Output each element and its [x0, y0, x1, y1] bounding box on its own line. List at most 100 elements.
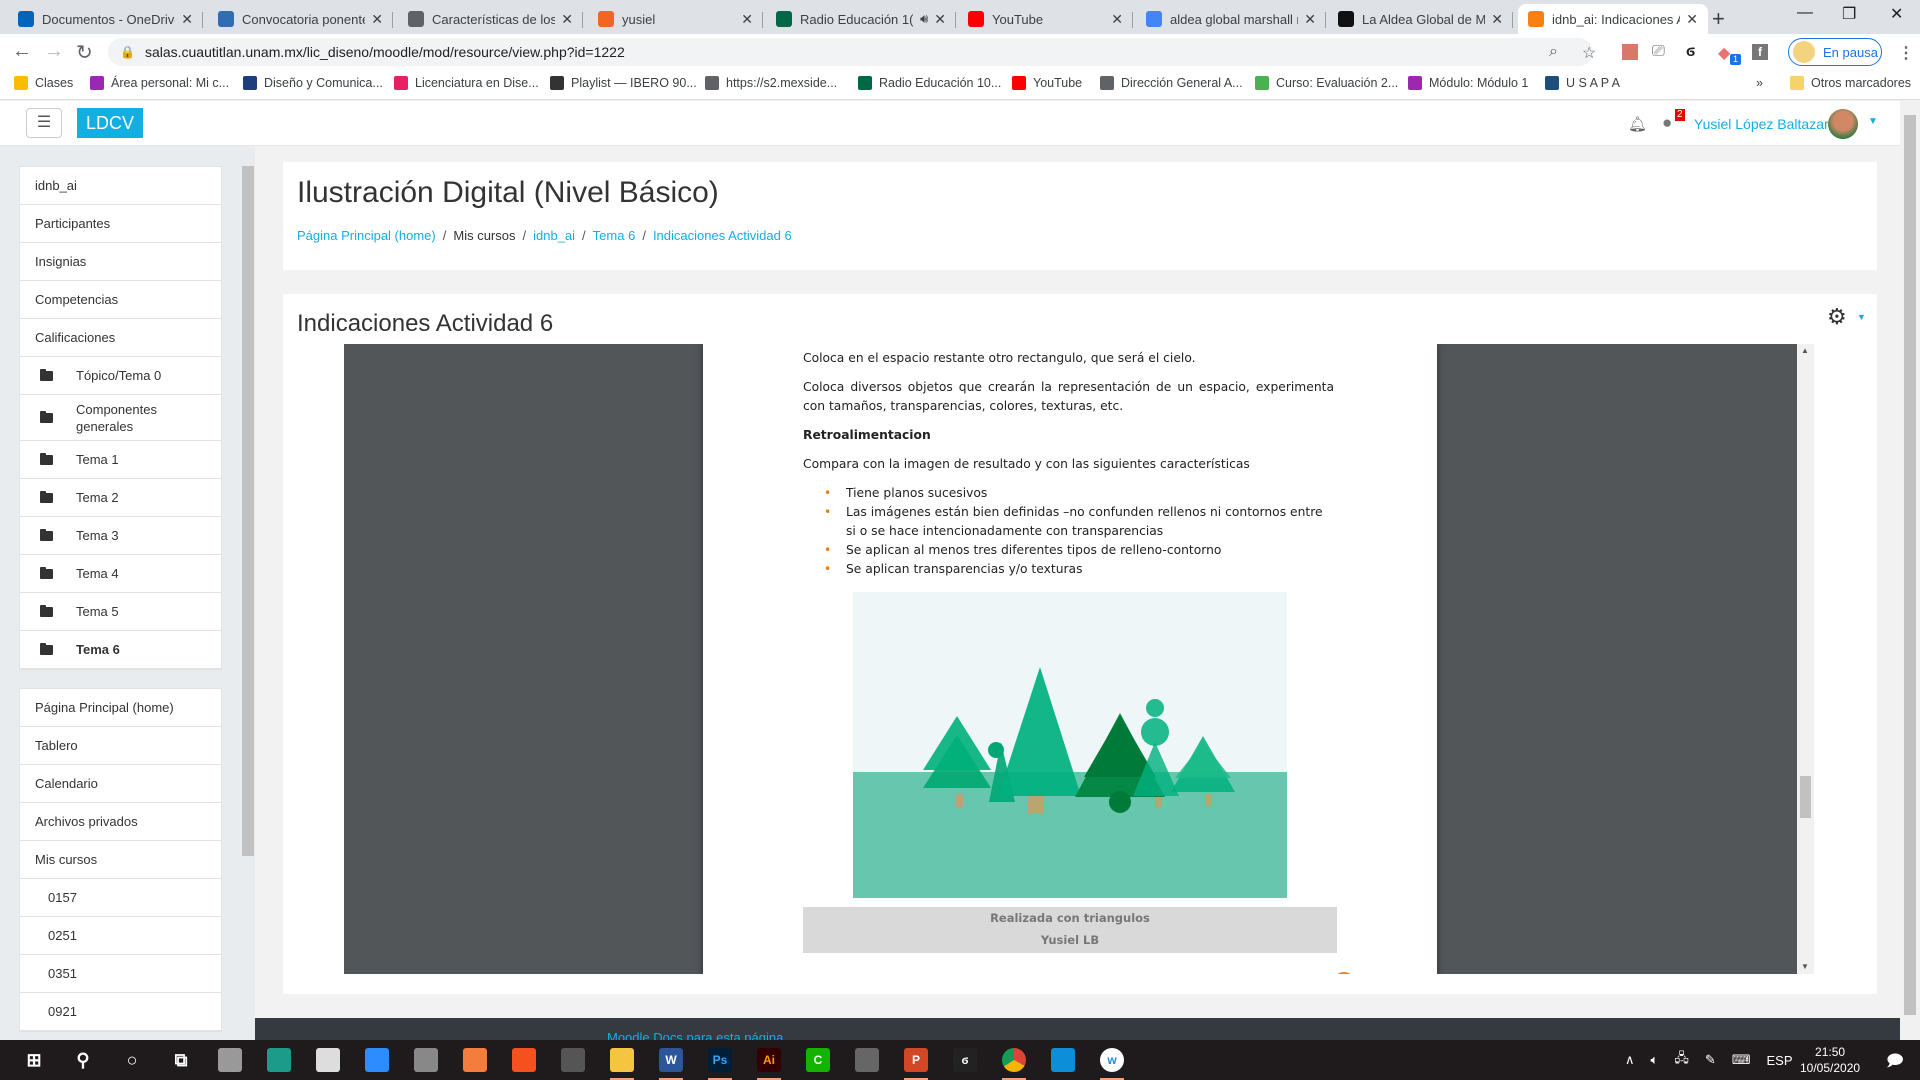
browser-tab[interactable]: aldea global marshall n ✕	[1136, 4, 1326, 34]
flame-extension-icon[interactable]: ϭ	[1686, 43, 1695, 61]
sidebar-item[interactable]: Página Principal (home)	[20, 689, 221, 727]
bookmark-item[interactable]: https://s2.mexside...	[705, 76, 837, 90]
settings-gear-icon[interactable]: ⚙	[1827, 304, 1847, 330]
browser-tab[interactable]: YouTube ✕	[958, 4, 1133, 34]
drawer-scrollbar[interactable]	[242, 154, 254, 1034]
sidebar-item[interactable]: Tablero	[20, 727, 221, 765]
sidebar-item[interactable]: Archivos privados	[20, 803, 221, 841]
sidebar-item[interactable]: Tema 6	[20, 631, 221, 669]
sidebar-item[interactable]: Calendario	[20, 765, 221, 803]
tab-close-icon[interactable]: ✕	[1304, 11, 1316, 28]
windows-start-icon[interactable]: ⊞	[22, 1048, 46, 1072]
sidebar-item[interactable]: Componentes generales	[20, 395, 221, 441]
clock[interactable]: 21:50 10/05/2020	[1800, 1044, 1860, 1076]
breadcrumb-item[interactable]: Página Principal (home)	[297, 228, 436, 243]
browser-tab[interactable]: Características de los tr ✕	[398, 4, 583, 34]
breadcrumb-item[interactable]: Tema 6	[593, 228, 636, 243]
reload-button[interactable]: ↻	[76, 40, 93, 65]
photoshop-icon[interactable]: Ps	[708, 1048, 732, 1080]
tab-close-icon[interactable]: ✕	[1686, 11, 1698, 28]
browser-tab[interactable]: Radio Educación 1(🔊︎ ✕	[766, 4, 956, 34]
sidebar-item[interactable]: Participantes	[20, 205, 221, 243]
camtasia-icon[interactable]: C	[806, 1048, 830, 1072]
obs-icon[interactable]	[561, 1048, 585, 1072]
pdf-scrollbar[interactable]: ▲ ▼	[1797, 344, 1814, 974]
sidebar-item[interactable]: Tema 1	[20, 441, 221, 479]
sidebar-item[interactable]: 0351	[20, 955, 221, 993]
network-icon[interactable]: 🖧	[1674, 1049, 1689, 1071]
bookmark-item[interactable]: Diseño y Comunica...	[243, 76, 383, 90]
scroll-up-arrow-icon[interactable]: ▲	[1801, 346, 1809, 355]
more-bookmarks-button[interactable]: »	[1756, 76, 1763, 90]
app-flame-icon[interactable]: ϭ	[953, 1048, 977, 1072]
zoom-icon[interactable]: ⌕	[1549, 43, 1558, 61]
facebook-extension-icon[interactable]: f	[1752, 44, 1768, 60]
recorder-icon[interactable]	[463, 1048, 487, 1072]
tab-close-icon[interactable]: ✕	[1491, 11, 1503, 28]
site-brand-link[interactable]: LDCV	[77, 108, 143, 138]
tab-close-icon[interactable]: ✕	[371, 11, 383, 28]
new-tab-button[interactable]: +	[1712, 6, 1725, 32]
sidebar-item[interactable]: 0157	[20, 879, 221, 917]
action-center-icon[interactable]: 🗩	[1886, 1050, 1904, 1077]
app-clock-icon[interactable]	[855, 1048, 879, 1072]
microphone-icon[interactable]	[316, 1048, 340, 1072]
app-green-icon[interactable]	[267, 1048, 291, 1072]
bookmark-item[interactable]: Radio Educación 10...	[858, 76, 1001, 90]
pdf-scrollbar-thumb[interactable]	[1800, 776, 1811, 818]
breadcrumb-item[interactable]: Indicaciones Actividad 6	[653, 228, 792, 243]
pdf-viewer[interactable]: Coloca en el espacio restante otro recta…	[344, 344, 1814, 974]
tab-active[interactable]: idnb_ai: Indicaciones A ✕	[1518, 4, 1708, 34]
user-menu-caret-icon[interactable]: ▼	[1868, 116, 1878, 127]
sidebar-item[interactable]: 0251	[20, 917, 221, 955]
powerpoint-pdf-icon[interactable]: P	[904, 1048, 928, 1080]
sidebar-item[interactable]: Tópico/Tema 0	[20, 357, 221, 395]
breadcrumb-item[interactable]: idnb_ai	[533, 228, 575, 243]
tab-close-icon[interactable]: ✕	[561, 11, 573, 28]
bookmark-item[interactable]: YouTube	[1012, 76, 1082, 90]
app-orange-icon[interactable]	[512, 1048, 536, 1072]
cast-extension-icon[interactable]: ⎚	[1652, 43, 1665, 61]
back-button[interactable]: ←	[12, 40, 32, 63]
app-swirl-icon[interactable]	[218, 1048, 242, 1072]
user-menu-name[interactable]: Yusiel López Baltazar	[1694, 116, 1829, 132]
file-explorer-icon[interactable]	[610, 1048, 634, 1080]
sidebar-item[interactable]: Tema 2	[20, 479, 221, 517]
profile-pause-button[interactable]: En pausa	[1788, 38, 1882, 66]
tab-close-icon[interactable]: ✕	[1111, 11, 1123, 28]
sidebar-item[interactable]: idnb_ai	[20, 167, 221, 205]
messages-icon[interactable]: ●	[1662, 113, 1672, 133]
page-scrollbar-thumb[interactable]	[1904, 115, 1916, 1015]
user-avatar[interactable]	[1828, 109, 1858, 139]
bookmark-item[interactable]: Curso: Evaluación 2...	[1255, 76, 1398, 90]
edge-icon[interactable]	[1051, 1048, 1075, 1072]
sidebar-item[interactable]: 0921	[20, 993, 221, 1031]
app-w-icon[interactable]: w	[1100, 1048, 1124, 1080]
show-hidden-icons-icon[interactable]: ∧	[1625, 1052, 1635, 1068]
zoom-icon[interactable]	[365, 1048, 389, 1072]
sidebar-item[interactable]: Tema 5	[20, 593, 221, 631]
pdf-extension-icon[interactable]	[1622, 44, 1638, 60]
word-icon[interactable]: W	[659, 1048, 683, 1080]
bookmark-item[interactable]: Área personal: Mi c...	[90, 76, 229, 90]
browser-tab[interactable]: yusiel ✕	[588, 4, 763, 34]
browser-tab[interactable]: Documentos - OneDrive ✕	[8, 4, 203, 34]
sidebar-item[interactable]: Tema 4	[20, 555, 221, 593]
cortana-icon[interactable]: ○	[120, 1048, 144, 1072]
share-extension-icon[interactable]: ◆	[1718, 43, 1730, 63]
browser-tab[interactable]: La Aldea Global de Mar ✕	[1328, 4, 1513, 34]
audio-playing-icon[interactable]: 🔊︎	[920, 11, 928, 27]
forward-button[interactable]: →	[44, 40, 64, 63]
bookmark-item[interactable]: Playlist — IBERO 90...	[550, 76, 697, 90]
settings-caret-icon[interactable]: ▼	[1857, 312, 1866, 322]
bookmark-item[interactable]: Dirección General A...	[1100, 76, 1243, 90]
sidebar-item[interactable]: Mis cursos	[20, 841, 221, 879]
page-scrollbar[interactable]	[1900, 101, 1920, 1040]
drawer-toggle-button[interactable]: ☰	[26, 108, 62, 138]
browser-menu-icon[interactable]: ⋮	[1898, 43, 1914, 63]
sidebar-item[interactable]: Competencias	[20, 281, 221, 319]
close-window-button[interactable]: ✕	[1890, 4, 1903, 24]
pen-icon[interactable]: ✎	[1705, 1052, 1716, 1068]
browser-tab[interactable]: Convocatoria ponentes ✕	[208, 4, 393, 34]
search-icon[interactable]: ⚲	[71, 1048, 95, 1072]
